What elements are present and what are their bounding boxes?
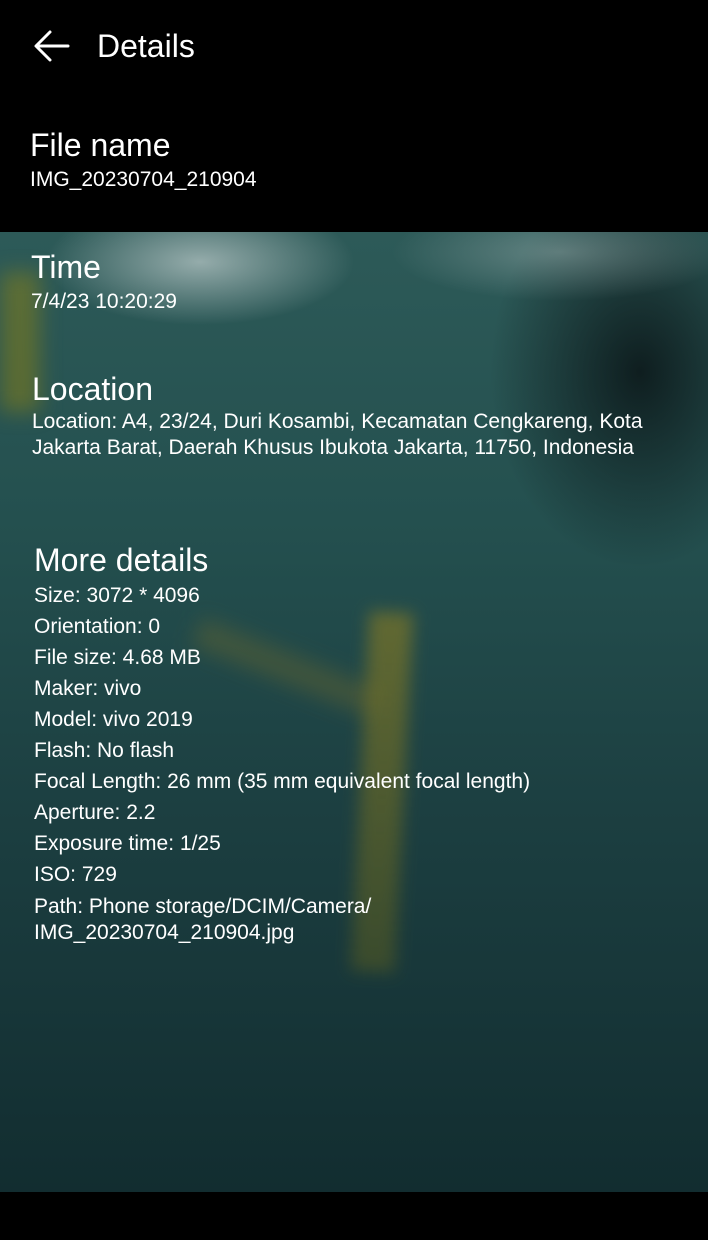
location-label: Location — [32, 371, 153, 407]
detail-size: Size: 3072 * 4096 — [34, 584, 200, 607]
detail-path: Path: Phone storage/DCIM/Camera/ IMG_202… — [34, 895, 372, 944]
page-title: Details — [97, 28, 195, 64]
more-details-label: More details — [34, 542, 209, 578]
time-label: Time — [31, 249, 101, 285]
file-name-section: File name IMG_20230704_210904 — [30, 127, 257, 193]
file-name-value: IMG_20230704_210904 — [30, 168, 257, 191]
app-header: Details — [0, 0, 708, 92]
time-value: 7/4/23 10:20:29 — [31, 290, 177, 313]
detail-maker: Maker: vivo — [34, 677, 142, 700]
more-details-section: More details Size: 3072 * 4096 Orientati… — [34, 542, 684, 946]
detail-exposure-time: Exposure time: 1/25 — [34, 832, 221, 855]
detail-flash: Flash: No flash — [34, 739, 175, 762]
detail-aperture: Aperture: 2.2 — [34, 801, 156, 824]
back-button[interactable] — [32, 26, 72, 66]
detail-iso: ISO: 729 — [34, 863, 117, 886]
time-section: Time 7/4/23 10:20:29 — [31, 249, 177, 315]
detail-file-size: File size: 4.68 MB — [34, 646, 201, 669]
detail-focal-length: Focal Length: 26 mm (35 mm equivalent fo… — [34, 770, 531, 793]
location-value: Location: A4, 23/24, Duri Kosambi, Kecam… — [32, 410, 643, 459]
detail-model: Model: vivo 2019 — [34, 708, 193, 731]
location-section: Location Location: A4, 23/24, Duri Kosam… — [32, 371, 682, 461]
arrow-left-icon — [34, 30, 70, 62]
file-name-label: File name — [30, 127, 171, 163]
more-details-list: Size: 3072 * 4096 Orientation: 0 File si… — [34, 580, 684, 946]
detail-orientation: Orientation: 0 — [34, 615, 161, 638]
